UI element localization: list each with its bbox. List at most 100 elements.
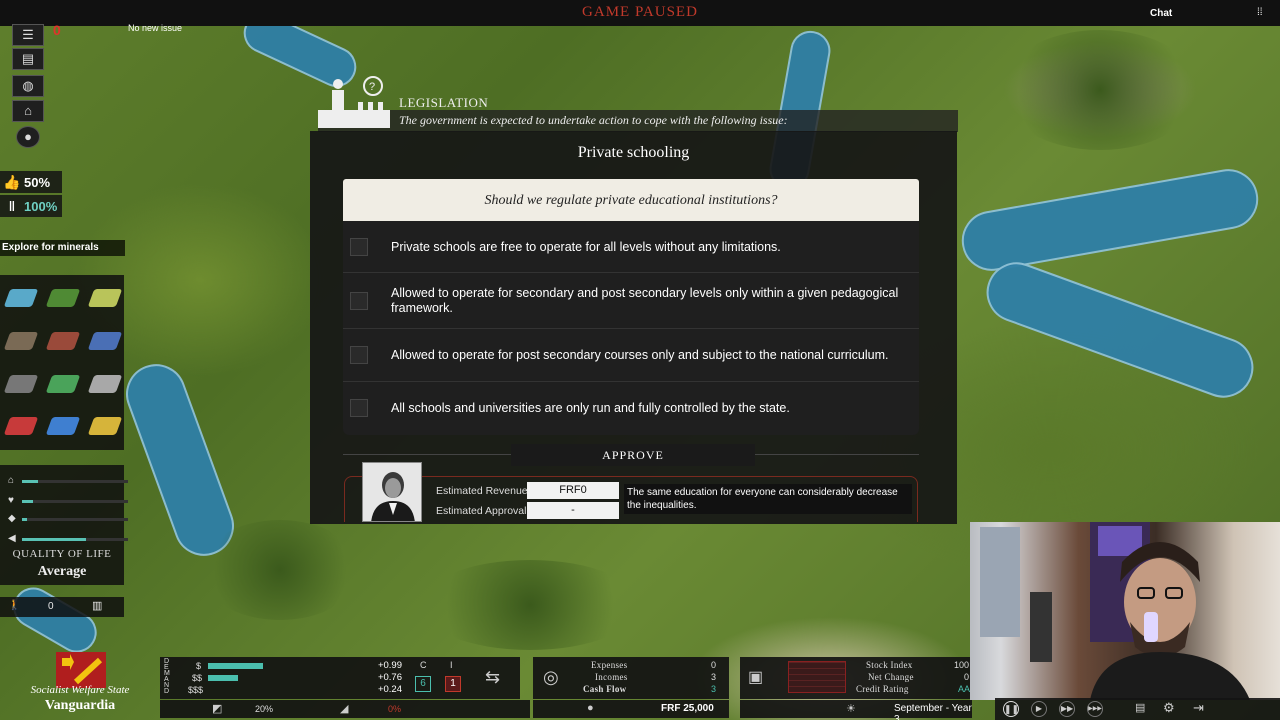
policy-option[interactable]: Allowed to operate for secondary and pos…	[343, 273, 919, 329]
house-icon: ⌂	[8, 475, 15, 486]
map-forest	[1000, 30, 1200, 150]
road-tile-icon[interactable]	[3, 365, 39, 403]
qol-bar-safety: ◆	[8, 513, 128, 525]
chat-button[interactable]: Chat	[1150, 8, 1172, 19]
demand-row-label: $	[196, 661, 202, 671]
estimated-revenue-value: FRF0	[527, 482, 619, 499]
exit-icon[interactable]: ⇥	[1193, 700, 1204, 716]
commerce-count: 6	[415, 676, 431, 692]
finance-panel: ◎ Expenses 0 Incomes 3 Cash Flow 3	[533, 657, 729, 699]
park-tile-icon[interactable]	[45, 365, 81, 403]
play-icon[interactable]: ▶	[1031, 701, 1047, 717]
industry-count: 1	[445, 676, 461, 692]
sun-icon: ☀	[846, 703, 856, 715]
option-checkbox[interactable]	[350, 292, 368, 310]
tile-graphic	[3, 289, 39, 307]
info-tile-icon[interactable]	[45, 407, 81, 445]
settings-circle-icon[interactable]: ●	[16, 126, 40, 148]
fast-forward-icon[interactable]: ▶▶	[1059, 701, 1075, 717]
issue-status: No new issue	[128, 23, 183, 33]
qol-bar-environment: ◀	[8, 533, 128, 545]
newspaper-icon[interactable]: ▤	[12, 48, 44, 70]
approval-stat: 👍 50%	[0, 171, 62, 193]
fastest-forward-icon[interactable]: ▶▶▶	[1087, 701, 1103, 717]
option-checkbox[interactable]	[350, 238, 368, 256]
advisor-comment: The same education for everyone can cons…	[624, 484, 912, 514]
house-tile-icon[interactable]	[3, 322, 39, 360]
quality-of-life-value: Average	[37, 564, 87, 579]
column-icon: Ⅱ	[8, 197, 16, 214]
expenses-label: Expenses	[591, 660, 628, 670]
quality-of-life-title: QUALITY OF LIFE	[12, 548, 112, 560]
population-count: 0	[48, 601, 54, 612]
map-river	[957, 164, 1263, 276]
policy-option[interactable]: Private schools are free to operate for …	[343, 221, 919, 273]
commerce-col-label: C	[420, 660, 427, 670]
news-icon[interactable]: ☰	[12, 24, 44, 46]
city-icon[interactable]: ▥	[92, 599, 102, 612]
government-building-icon[interactable]: ⌂	[12, 100, 44, 122]
stock-icon[interactable]: ▣	[748, 667, 763, 687]
factory-tile-icon[interactable]	[45, 322, 81, 360]
tile-graphic	[87, 374, 123, 393]
demand-bar	[208, 675, 238, 681]
approval-value: 50%	[24, 174, 51, 190]
map-forest	[200, 520, 360, 620]
menu-icon[interactable]: ⁞⁞	[1257, 8, 1267, 18]
demolish-tile-icon[interactable]	[3, 407, 39, 445]
stock-index-value: 100	[954, 660, 970, 670]
coins-icon[interactable]: ◎	[543, 667, 559, 688]
webcam-overlay	[970, 522, 1280, 700]
industry-col-label: I	[450, 660, 453, 670]
tile-graphic	[3, 331, 39, 350]
legislation-subtitle: The government is expected to undertake …	[399, 113, 788, 127]
demand-value: +0.24	[377, 684, 402, 695]
save-icon[interactable]: ▤	[1135, 701, 1145, 714]
tax-rate-secondary: 0%	[388, 704, 402, 714]
cashflow-label: Cash Flow	[583, 684, 627, 694]
forest-tile-icon[interactable]	[45, 279, 81, 317]
globe-icon[interactable]: ◍	[12, 75, 44, 97]
map-river	[978, 253, 1262, 407]
demand-value: +0.99	[377, 660, 402, 671]
water-tile-icon[interactable]	[3, 279, 39, 317]
demand-label: DEMAND	[164, 658, 170, 695]
policy-options-list: Private schools are free to operate for …	[343, 221, 919, 435]
office-tile-icon[interactable]	[87, 322, 123, 360]
net-change-label: Net Change	[868, 672, 914, 682]
build-tools-grid	[0, 275, 124, 450]
map-river	[6, 580, 104, 660]
alert-count: 0	[53, 22, 61, 38]
demand-value: +0.76	[377, 672, 402, 683]
option-checkbox[interactable]	[350, 399, 368, 417]
approve-button[interactable]: APPROVE	[511, 444, 755, 466]
estimated-revenue-label: Estimated Revenue	[436, 485, 528, 497]
plant-tile-icon[interactable]	[87, 365, 123, 403]
tax-icon[interactable]: ◩	[212, 702, 222, 715]
date-panel: ☀ September - Year 3	[740, 700, 972, 720]
stock-chart	[788, 661, 846, 693]
explore-minerals-button[interactable]: Explore for minerals	[0, 240, 125, 256]
demand-bar	[208, 663, 263, 669]
gear-icon[interactable]: ⚙	[1163, 700, 1175, 716]
legislation-title: LEGISLATION	[399, 95, 489, 110]
shield-icon: ◆	[8, 513, 16, 524]
policy-option[interactable]: Allowed to operate for post secondary co…	[343, 329, 919, 382]
credit-rating-value: AA	[958, 684, 971, 694]
policy-option[interactable]: All schools and universities are only ru…	[343, 382, 919, 435]
option-checkbox[interactable]	[350, 346, 368, 364]
trade-arrows-icon[interactable]: ⇆	[485, 667, 500, 688]
option-text: Private schools are free to operate for …	[391, 240, 781, 254]
stock-panel: ▣ Stock Index 100 Net Change 0 Credit Ra…	[740, 657, 972, 699]
pause-icon[interactable]: ❚❚	[1003, 701, 1019, 717]
demand-panel: DEMAND $ $$ $$$ +0.99 +0.76 +0.24 C I 6 …	[160, 657, 520, 699]
tile-graphic	[87, 417, 123, 436]
population-row: 🚶 0 ▥	[0, 597, 124, 617]
bulldozer-tile-icon[interactable]	[87, 407, 123, 445]
chart-icon[interactable]: ◢	[340, 702, 348, 715]
option-text: All schools and universities are only ru…	[391, 401, 790, 415]
capacity-value: 100%	[24, 198, 58, 214]
state-type: Socialist Welfare State	[30, 684, 130, 696]
farm-tile-icon[interactable]	[87, 279, 123, 317]
coin-icon: ●	[587, 702, 594, 714]
